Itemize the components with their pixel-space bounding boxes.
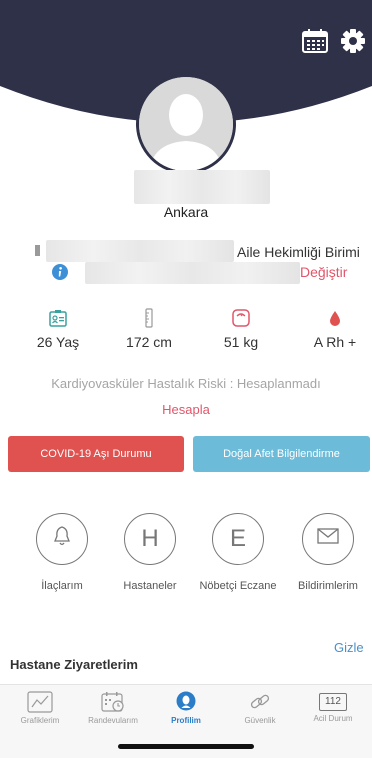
blood-type-value: A Rh + xyxy=(313,334,357,350)
doctor-name-redacted xyxy=(85,262,300,284)
scale-icon xyxy=(196,308,286,328)
tab-security-label: Güvenlik xyxy=(244,716,276,725)
unit-marker xyxy=(35,245,40,256)
blood-drop-icon xyxy=(290,308,372,328)
avatar[interactable] xyxy=(136,74,236,174)
city-label: Ankara xyxy=(163,204,209,220)
tab-charts[interactable]: Grafiklerim xyxy=(3,691,77,725)
chart-icon xyxy=(3,691,77,713)
link-icon xyxy=(223,691,297,713)
gear-icon[interactable] xyxy=(340,28,366,54)
tab-emergency-label: Acil Durum xyxy=(313,714,353,723)
disaster-info-button[interactable]: Doğal Afet Bilgilendirme xyxy=(193,436,370,472)
appointment-icon xyxy=(76,691,150,713)
medications-button[interactable] xyxy=(36,513,88,565)
bell-icon xyxy=(50,524,74,555)
tab-appointments[interactable]: Randevularım xyxy=(76,691,150,725)
notifications-button[interactable] xyxy=(302,513,354,565)
tab-appointments-label: Randevularım xyxy=(88,716,138,725)
pharmacy-icon: E xyxy=(229,525,246,552)
cardio-risk-text: Kardiyovasküler Hastalık Riski : Hesapla… xyxy=(51,376,321,391)
tab-profile[interactable]: Profilim xyxy=(149,691,223,725)
hide-visits-link[interactable]: Gizle xyxy=(334,640,364,655)
health-stats: 26 Yaş 172 cm 51 kg A Rh + xyxy=(0,308,372,356)
calculate-risk-link[interactable]: Hesapla xyxy=(0,402,372,417)
height-value: 172 cm xyxy=(126,334,172,350)
pharmacy-button[interactable]: E xyxy=(212,513,264,565)
blood-type-stat: A Rh + xyxy=(290,308,372,350)
age-stat: 26 Yaş xyxy=(13,308,103,350)
weight-stat: 51 kg xyxy=(196,308,286,350)
medications-label[interactable]: İlaçlarım xyxy=(17,580,107,592)
tab-profile-label: Profilim xyxy=(171,716,201,725)
age-value: 26 Yaş xyxy=(36,334,80,350)
calendar-icon[interactable] xyxy=(301,28,329,54)
hospitals-button[interactable]: H xyxy=(124,513,176,565)
info-icon[interactable] xyxy=(52,264,68,280)
emergency-icon: 112 xyxy=(319,693,347,711)
notifications-label[interactable]: Bildirimlerim xyxy=(283,580,372,592)
pharmacy-label[interactable]: Nöbetçi Eczane xyxy=(193,580,283,592)
ruler-icon xyxy=(104,308,194,328)
home-indicator xyxy=(118,744,254,749)
hospital-visits-title: Hastane Ziyaretlerim xyxy=(10,657,138,672)
unit-name-redacted xyxy=(46,240,234,262)
tab-charts-label: Grafiklerim xyxy=(20,716,60,725)
height-stat: 172 cm xyxy=(104,308,194,350)
envelope-icon xyxy=(316,525,340,553)
hospital-icon: H xyxy=(141,525,159,552)
covid-vaccine-button[interactable]: COVID-19 Aşı Durumu xyxy=(8,436,184,472)
tab-emergency[interactable]: 112 Acil Durum xyxy=(296,691,370,723)
id-card-icon xyxy=(13,308,103,328)
family-unit-label: Aile Hekimliği Birimi xyxy=(237,244,360,260)
weight-value: 51 kg xyxy=(223,334,259,350)
change-doctor-link[interactable]: Değiştir xyxy=(300,264,347,280)
hospitals-label[interactable]: Hastaneler xyxy=(105,580,195,592)
profile-icon xyxy=(149,691,223,713)
name-redacted xyxy=(134,170,270,204)
tab-security[interactable]: Güvenlik xyxy=(223,691,297,725)
